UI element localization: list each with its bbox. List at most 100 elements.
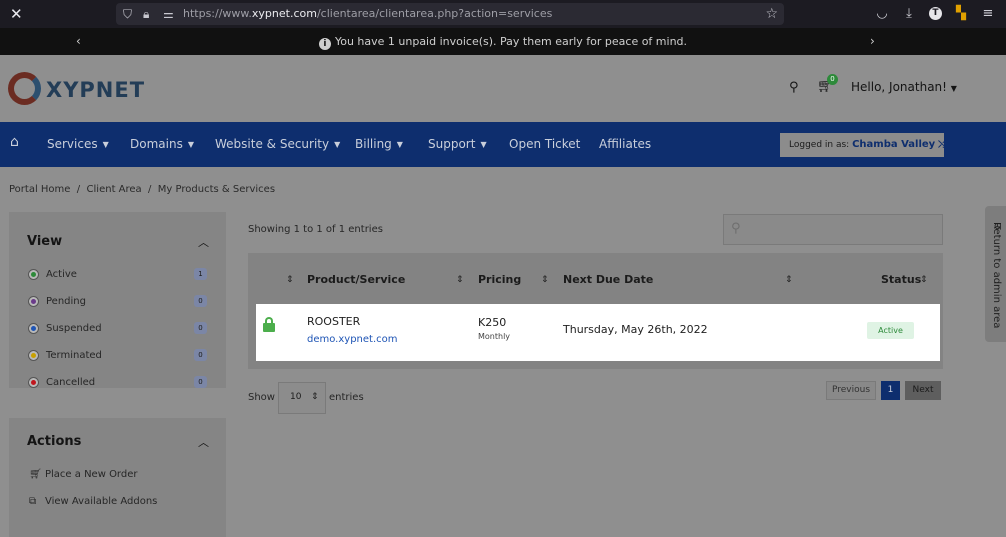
services-table: ⇕ Product/Service ⇕ Pricing ⇕ Next Due D… [248,253,943,369]
search-icon: ⚲ [731,221,741,236]
search-icon[interactable]: ⚲ [789,80,799,95]
permissions-icon[interactable]: ⚌ [163,6,174,22]
logged-in-name: Chamba Valley [852,139,936,150]
profile-avatar[interactable]: T [929,7,942,20]
breadcrumb-client-area[interactable]: Client Area [87,184,142,195]
column-header-next-due-date[interactable]: Next Due Date [563,272,653,288]
product-name: ROOSTER [307,315,361,328]
column-header-pricing[interactable]: Pricing [478,272,521,288]
notice-message: You have 1 unpaid invoice(s). Pay them e… [334,35,688,48]
main-nav: ⌂ Services ▼ Domains ▼ Website & Security ▼… [0,122,1006,167]
sort-icon[interactable]: ⇕ [541,273,549,287]
sidebar-view-panel: View ︿ Active 1 Pending 0 Suspended 0 Te… [9,212,226,388]
caret-down-icon: ▼ [950,84,957,93]
entries-select[interactable]: 10 ⇕ [278,382,326,414]
filter-count-badge: 0 [194,349,207,361]
action-view-addons[interactable]: ⧉ View Available Addons [29,495,157,509]
status-badge: Active [867,322,914,339]
nav-website-security[interactable]: Website & Security ▼ [215,136,340,153]
product-price: K250 [478,316,507,329]
pocket-icon[interactable]: ◡ [873,5,891,23]
column-header-product[interactable]: Product/Service [307,272,405,288]
status-dot-icon [28,377,39,388]
info-icon: i [318,38,331,50]
table-row[interactable]: ROOSTER demo.xypnet.com K250 Monthly Thu… [256,304,940,361]
pagination-previous-button[interactable]: Previous [826,381,876,400]
status-dot-icon [28,296,39,307]
browser-toolbar: ✕ ⛉ 🔒︎ ⚌ https://www.xypnet.com/clientar… [0,0,1006,28]
chevron-up-icon[interactable]: ︿ [198,234,209,250]
filter-active[interactable]: Active 1 [28,267,208,283]
logged-in-as-button[interactable]: Logged in as: Chamba Valley ⤯ [780,133,947,157]
breadcrumb-current: My Products & Services [157,184,276,195]
filter-suspended[interactable]: Suspended 0 [28,321,208,337]
cart-icon: 🛒︎ [29,469,42,480]
entries-label: entries [329,392,364,403]
cart-icon[interactable]: 🛒︎ 0 [817,74,838,94]
url-text[interactable]: https://www.xypnet.com/clientarea/client… [183,6,552,22]
shield-icon[interactable]: ⛉ [123,6,132,22]
filter-terminated[interactable]: Terminated 0 [28,348,208,364]
filter-pending[interactable]: Pending 0 [28,294,208,310]
caret-down-icon: ▼ [334,140,341,149]
filter-count-badge: 0 [194,376,207,388]
nav-domains[interactable]: Domains ▼ [130,136,194,153]
cart-count-badge: 0 [827,74,838,85]
unpaid-invoice-notice: ‹ i You have 1 unpaid invoice(s). Pay the… [0,28,1006,55]
chevron-right-icon[interactable]: › [870,34,875,48]
breadcrumb: Portal Home / Client Area / My Products … [9,184,276,195]
view-panel-title: View [27,234,63,249]
logo[interactable]: XYPNET [8,72,148,108]
actions-panel-title: Actions [27,434,82,449]
action-place-new-order[interactable]: 🛒︎ Place a New Order [29,468,137,482]
sort-icon[interactable]: ⇕ [286,273,294,287]
cubes-icon: ⧉ [29,496,37,507]
table-search-input[interactable]: ⚲ [723,214,943,245]
download-icon[interactable]: ⤓ [900,5,918,23]
status-dot-icon [28,269,39,280]
column-header-status[interactable]: Status [881,272,921,288]
site-header: XYPNET ⚲ 🛒︎ 0 Hello, Jonathan! ▼ [0,55,1006,122]
filter-count-badge: 1 [194,268,207,280]
pagination-page-1[interactable]: 1 [881,381,900,400]
status-dot-icon [28,350,39,361]
caret-down-icon: ▼ [187,140,194,149]
pagination-next-button[interactable]: Next [905,381,941,400]
nav-billing[interactable]: Billing ▼ [355,136,403,153]
return-to-admin-label: Return to admin area [991,222,1002,329]
sort-icon[interactable]: ⇕ [785,273,793,287]
sort-icon[interactable]: ⇕ [920,273,928,287]
account-menu[interactable]: Hello, Jonathan! ▼ [851,80,957,94]
breadcrumb-portal-home[interactable]: Portal Home [9,184,70,195]
logo-text: XYPNET [46,78,146,102]
nav-affiliates[interactable]: Affiliates [599,136,651,152]
status-dot-icon [28,323,39,334]
address-bar[interactable]: ⛉ 🔒︎ ⚌ https://www.xypnet.com/clientarea… [116,3,784,25]
chevron-up-icon[interactable]: ︿ [198,434,209,450]
greeting-text: Hello, Jonathan! [851,80,947,94]
nav-support[interactable]: Support ▼ [428,136,487,153]
logged-in-prefix: Logged in as: [789,140,850,150]
sidebar-actions-panel: Actions ︿ 🛒︎ Place a New Order ⧉ View Avai… [9,418,226,537]
caret-down-icon: ▼ [480,140,487,149]
close-icon[interactable]: ✕ [10,6,24,22]
logo-mark [8,72,41,105]
logout-arrow-icon: ⤯ [938,139,947,150]
filter-count-badge: 0 [194,322,207,334]
bookmark-star-icon[interactable]: ☆ [765,5,778,23]
caret-down-icon: ▼ [396,140,403,149]
nav-open-ticket[interactable]: Open Ticket [509,136,580,152]
filter-count-badge: 0 [194,295,207,307]
product-domain-link[interactable]: demo.xypnet.com [307,333,398,347]
menu-icon[interactable]: ≡ [979,5,997,23]
extension-icon[interactable]: ▚ [952,5,970,23]
ssl-lock-icon [263,317,275,332]
filter-cancelled[interactable]: Cancelled 0 [28,375,208,391]
home-icon[interactable]: ⌂ [10,134,19,150]
showing-entries-text: Showing 1 to 1 of 1 entries [248,224,383,235]
sort-icon[interactable]: ⇕ [456,273,464,287]
select-arrows-icon: ⇕ [311,392,319,402]
return-to-admin-tab[interactable]: ↺ Return to admin area [985,206,1006,342]
nav-services[interactable]: Services ▼ [47,136,109,153]
lock-icon[interactable]: 🔒︎ [143,6,149,22]
